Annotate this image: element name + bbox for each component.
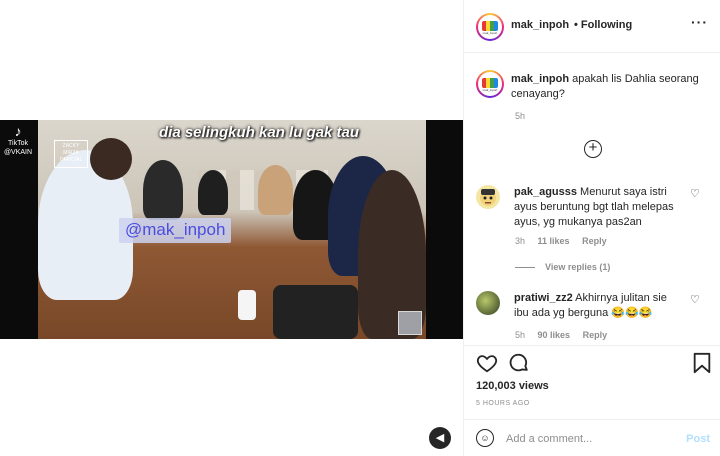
- video-handle-overlay: @mak_inpoh: [119, 218, 232, 243]
- following-button[interactable]: • Following: [574, 19, 632, 31]
- person-figure: [143, 160, 183, 220]
- commenter-avatar[interactable]: [476, 185, 500, 209]
- channel-watermark: ZACKY MIRZA OFFICIAL: [54, 140, 88, 168]
- ellipsis-icon[interactable]: ···: [691, 14, 708, 30]
- speaker-muted-icon: ◀: [435, 432, 445, 444]
- reply-button[interactable]: Reply: [582, 236, 607, 246]
- video-player[interactable]: ♪ TikTok @VKAIN ZACKY MIRZA OFFICIAL dia…: [0, 120, 463, 339]
- tiktok-handle: @VKAIN: [3, 149, 33, 156]
- comment-body: pak_agusss Menurut saya istri ayus berun…: [514, 185, 684, 230]
- comment-meta: 3h 11 likes Reply: [515, 236, 617, 246]
- person-figure: [273, 285, 358, 339]
- tv-logo-icon: [482, 21, 498, 31]
- person-figure: [238, 290, 256, 320]
- reply-button[interactable]: Reply: [583, 330, 608, 340]
- video-subtitle: dia selingkuh kan lu gak tau: [159, 124, 360, 141]
- tiktok-label: TikTok: [8, 140, 28, 147]
- comment-meta: 5h 90 likes Reply: [515, 330, 617, 340]
- caption-avatar[interactable]: mak_inpoh: [476, 70, 504, 98]
- cartoon-avatar-icon: [480, 189, 496, 206]
- post-sidebar: mak_inpoh mak_inpoh • Following ··· mak_…: [463, 0, 720, 456]
- tiktok-logo-icon: ♪: [14, 123, 22, 139]
- author-avatar[interactable]: mak_inpoh: [476, 13, 504, 41]
- comment-time[interactable]: 5h: [515, 330, 525, 340]
- comment-time[interactable]: 3h: [515, 236, 525, 246]
- heart-icon[interactable]: ♡: [690, 187, 700, 200]
- view-count[interactable]: 120,003 views: [476, 380, 549, 392]
- mute-toggle-button[interactable]: ◀: [429, 427, 451, 449]
- comment-input[interactable]: Add a comment...: [506, 433, 592, 445]
- comment-body: pratiwi_zz2 Akhirnya julitan sie ibu ada…: [514, 291, 684, 321]
- divider-line: [515, 267, 535, 269]
- post-header: mak_inpoh mak_inpoh • Following ···: [464, 0, 720, 53]
- laughing-emoji-icon: 😂😂😂: [611, 307, 653, 319]
- video-frame: ZACKY MIRZA OFFICIAL dia selingkuh kan l…: [38, 120, 426, 339]
- commenter-avatar[interactable]: [476, 291, 500, 315]
- emoji-picker-icon[interactable]: ☺: [476, 429, 494, 447]
- person-figure: [258, 165, 293, 215]
- person-figure: [198, 170, 228, 215]
- corner-thumbnail: [398, 311, 422, 335]
- view-replies-button[interactable]: View replies (1): [515, 262, 610, 272]
- comment-icon[interactable]: [508, 352, 530, 374]
- post-caption: mak_inpoh apakah lis Dahlia seorang cena…: [511, 72, 711, 102]
- bookmark-icon[interactable]: [692, 352, 712, 374]
- person-figure: [90, 138, 132, 180]
- section-divider: [464, 345, 720, 346]
- caption-timestamp[interactable]: 5h: [515, 111, 525, 121]
- plus-circle-icon[interactable]: +: [584, 140, 602, 158]
- author-username-link[interactable]: mak_inpoh: [511, 19, 569, 31]
- caption-author-link[interactable]: mak_inpoh: [511, 73, 569, 85]
- heart-icon[interactable]: ♡: [690, 293, 700, 306]
- media-pane: ♪ TikTok @VKAIN ZACKY MIRZA OFFICIAL dia…: [0, 0, 463, 456]
- post-comment-button[interactable]: Post: [686, 433, 710, 445]
- commenter-username-link[interactable]: pratiwi_zz2: [514, 292, 573, 304]
- commenter-username-link[interactable]: pak_agusss: [514, 186, 577, 198]
- tv-logo-icon: [482, 78, 498, 88]
- comment-likes[interactable]: 90 likes: [538, 330, 571, 340]
- view-replies-label: View replies (1): [545, 262, 611, 272]
- comment-likes[interactable]: 11 likes: [538, 236, 570, 246]
- tiktok-watermark: ♪ TikTok @VKAIN: [3, 124, 33, 157]
- heart-icon[interactable]: [476, 352, 498, 374]
- comment-composer: ☺ Add a comment... Post: [464, 420, 720, 456]
- post-timestamp[interactable]: 5 HOURS AGO: [476, 400, 530, 407]
- action-bar: [476, 352, 712, 376]
